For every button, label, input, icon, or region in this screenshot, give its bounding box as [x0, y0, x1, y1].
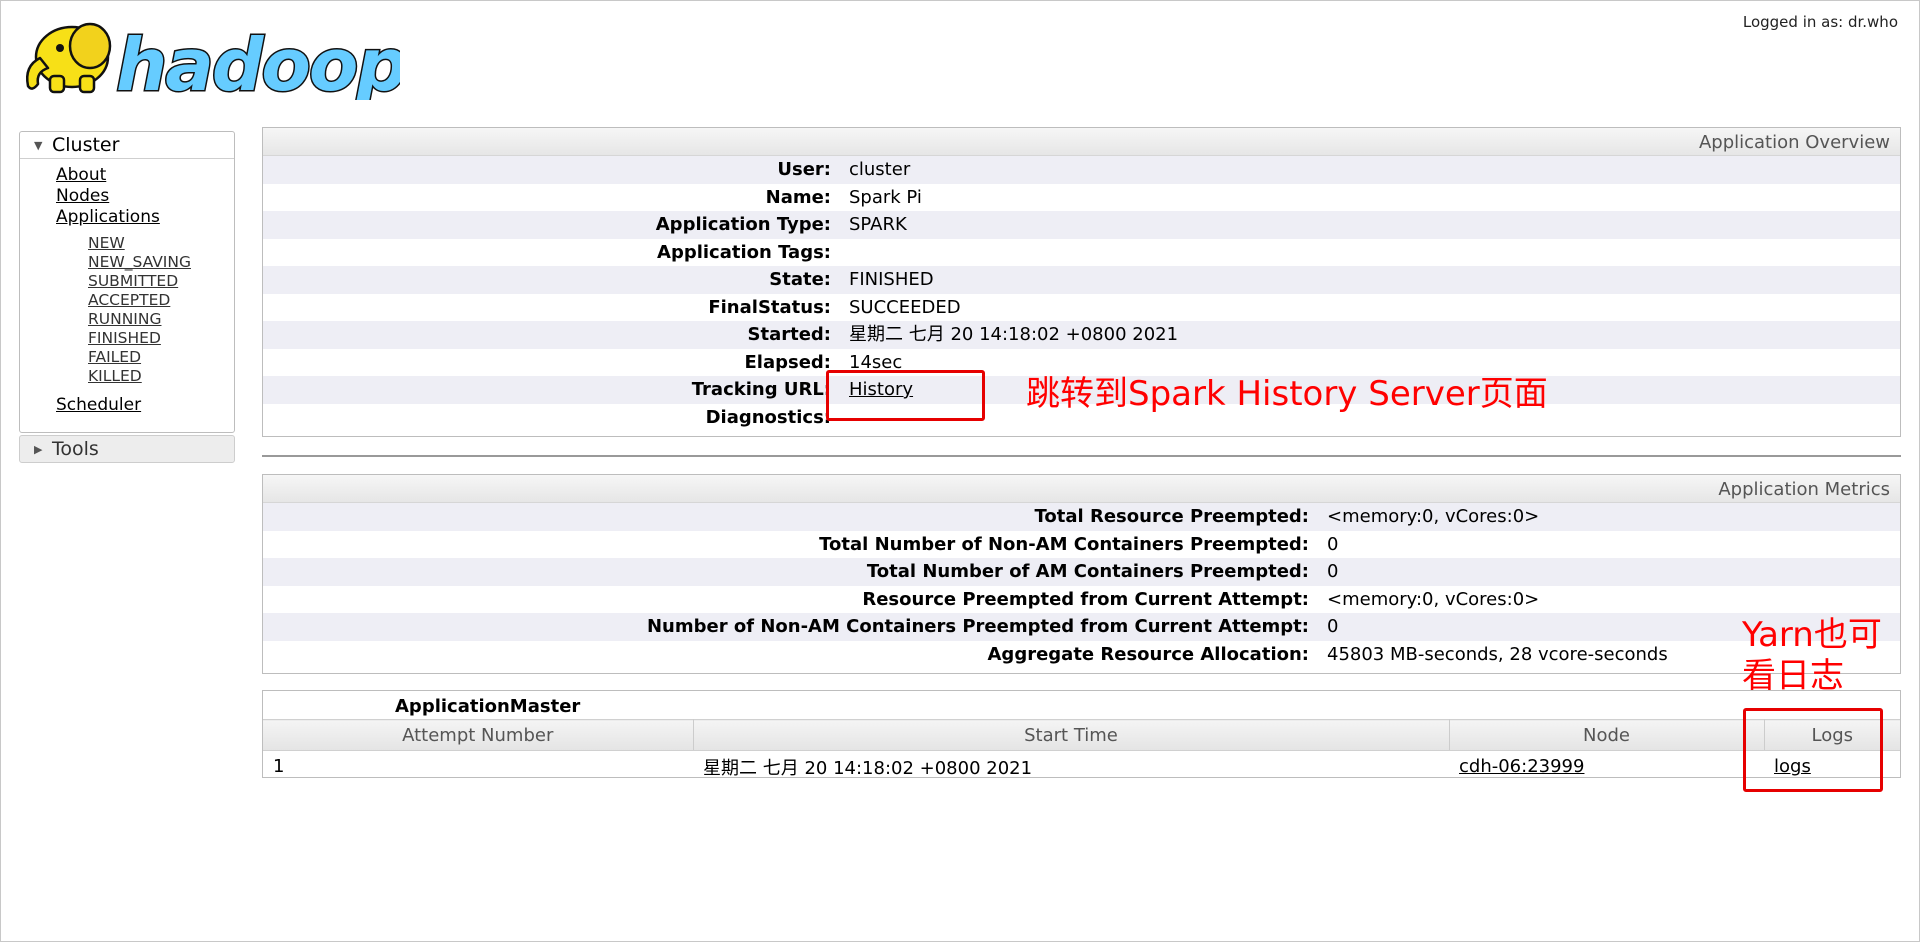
nav-link-applications[interactable]: Applications [56, 207, 234, 228]
metrics-value: 0 [1327, 561, 1339, 582]
nav-state-submitted[interactable]: SUBMITTED [88, 272, 234, 291]
metrics-key: Total Number of Non-AM Containers Preemp… [819, 533, 1309, 555]
overview-key: State: [769, 269, 831, 290]
metrics-row: Total Number of Non-AM Containers Preemp… [263, 531, 1900, 559]
overview-value: FINISHED [849, 269, 934, 290]
nav-cluster-header[interactable]: ▼ Cluster [20, 132, 234, 159]
overview-key: Application Type: [655, 214, 831, 235]
column-header-node[interactable]: Node [1449, 719, 1765, 751]
overview-key: Elapsed: [744, 351, 831, 373]
metrics-row: Total Number of AM Containers Preempted:… [263, 558, 1900, 586]
overview-key: Application Tags: [657, 241, 831, 263]
overview-value: SUCCEEDED [849, 296, 961, 318]
annotation-box-history [826, 370, 985, 421]
node-link[interactable]: cdh-06:23999 [1459, 756, 1584, 777]
nav-link-about[interactable]: About [56, 165, 234, 186]
annotation-history-note: 跳转到Spark History Server页面 [1026, 374, 1548, 414]
nav-state-new-saving[interactable]: NEW_SAVING [88, 253, 234, 272]
nav-tools-section[interactable]: ▶ Tools [19, 435, 235, 463]
nav-link-nodes[interactable]: Nodes [56, 186, 234, 207]
column-header-attempt[interactable]: Attempt Number [263, 719, 694, 751]
overview-row-started: Started: 星期二 七月 20 14:18:02 +0800 2021 [263, 321, 1900, 349]
overview-key: Started: [747, 324, 832, 345]
overview-value: SPARK [849, 214, 907, 235]
nav-cluster-section: ▼ Cluster About Nodes Applications NEW NE… [19, 131, 235, 433]
hadoop-logo[interactable]: hadoop [20, 10, 409, 109]
overview-caption: Application Overview [263, 128, 1900, 156]
section-divider [262, 455, 1901, 457]
overview-key: User: [777, 159, 831, 180]
overview-row-tags: Application Tags: [263, 239, 1900, 267]
metrics-key: Aggregate Resource Allocation: [987, 643, 1310, 665]
overview-key: Tracking URL: [691, 379, 831, 400]
overview-row-user: User: cluster [263, 156, 1900, 184]
overview-value: Spark Pi [849, 186, 922, 208]
overview-key: Name: [765, 186, 831, 208]
overview-row-finalstatus: FinalStatus: SUCCEEDED [263, 294, 1900, 322]
nav-link-scheduler[interactable]: Scheduler [56, 395, 234, 416]
node-cell: cdh-06:23999 [1449, 751, 1764, 783]
metrics-key: Number of Non-AM Containers Preempted fr… [646, 616, 1309, 637]
caret-right-icon: ▶ [34, 443, 43, 456]
metrics-row: Number of Non-AM Containers Preempted fr… [263, 613, 1900, 641]
logged-in-label: Logged in as: dr.who [1742, 13, 1898, 31]
overview-value: cluster [849, 159, 911, 180]
metrics-key: Total Number of AM Containers Preempted: [866, 561, 1309, 582]
overview-row-elapsed: Elapsed: 14sec [263, 349, 1900, 377]
nav-app-states: NEW NEW_SAVING SUBMITTED ACCEPTED RUNNIN… [20, 234, 234, 386]
nav-state-killed[interactable]: KILLED [88, 367, 234, 386]
overview-row-state: State: FINISHED [263, 266, 1900, 294]
metrics-value: <memory:0, vCores:0> [1327, 588, 1540, 610]
overview-key: Diagnostics: [705, 406, 831, 428]
application-master-table: ApplicationMaster Attempt Number Start T… [262, 690, 1901, 779]
nav-tools-title: Tools [52, 438, 99, 460]
metrics-value: 0 [1327, 533, 1339, 555]
column-header-start-time[interactable]: Start Time [693, 719, 1450, 751]
metrics-value: <memory:0, vCores:0> [1327, 506, 1540, 527]
nav-tools-header[interactable]: ▶ Tools [20, 436, 234, 462]
overview-key: FinalStatus: [708, 296, 831, 318]
overview-row-name: Name: Spark Pi [263, 184, 1900, 212]
caret-down-icon: ▼ [34, 139, 43, 152]
application-metrics-table: Application Metrics Total Resource Preem… [262, 474, 1901, 674]
overview-row-type: Application Type: SPARK [263, 211, 1900, 239]
nav-state-new[interactable]: NEW [88, 234, 234, 253]
metrics-key: Resource Preempted from Current Attempt: [862, 588, 1309, 610]
metrics-value: 45803 MB-seconds, 28 vcore-seconds [1327, 643, 1668, 665]
metrics-value: 0 [1327, 616, 1339, 637]
nav-state-failed[interactable]: FAILED [88, 348, 234, 367]
metrics-caption: Application Metrics [263, 475, 1900, 503]
start-time-cell: 星期二 七月 20 14:18:02 +0800 2021 [703, 757, 1033, 779]
app-master-caption: ApplicationMaster [395, 696, 581, 717]
nav-cluster-title: Cluster [52, 134, 120, 156]
logo-text: hadoop [116, 23, 400, 100]
metrics-row: Total Resource Preempted: <memory:0, vCor… [263, 503, 1900, 531]
overview-value: 星期二 七月 20 14:18:02 +0800 2021 [849, 324, 1179, 345]
metrics-row: Resource Preempted from Current Attempt:… [263, 586, 1900, 614]
nav-state-finished[interactable]: FINISHED [88, 329, 234, 348]
table-row: 1 星期二 七月 20 14:18:02 +0800 2021 cdh-06:2… [263, 751, 1900, 783]
nav-state-running[interactable]: RUNNING [88, 310, 234, 329]
annotation-logs-note: Yarn也可看日志 [1742, 615, 1882, 696]
metrics-key: Total Resource Preempted: [1034, 506, 1309, 527]
metrics-row: Aggregate Resource Allocation: 45803 MB-s… [263, 641, 1900, 669]
hadoop-elephant-icon: hadoop [26, 22, 409, 109]
attempt-number-cell: 1 [273, 756, 285, 777]
annotation-box-logs [1743, 708, 1883, 792]
nav-state-accepted[interactable]: ACCEPTED [88, 291, 234, 310]
